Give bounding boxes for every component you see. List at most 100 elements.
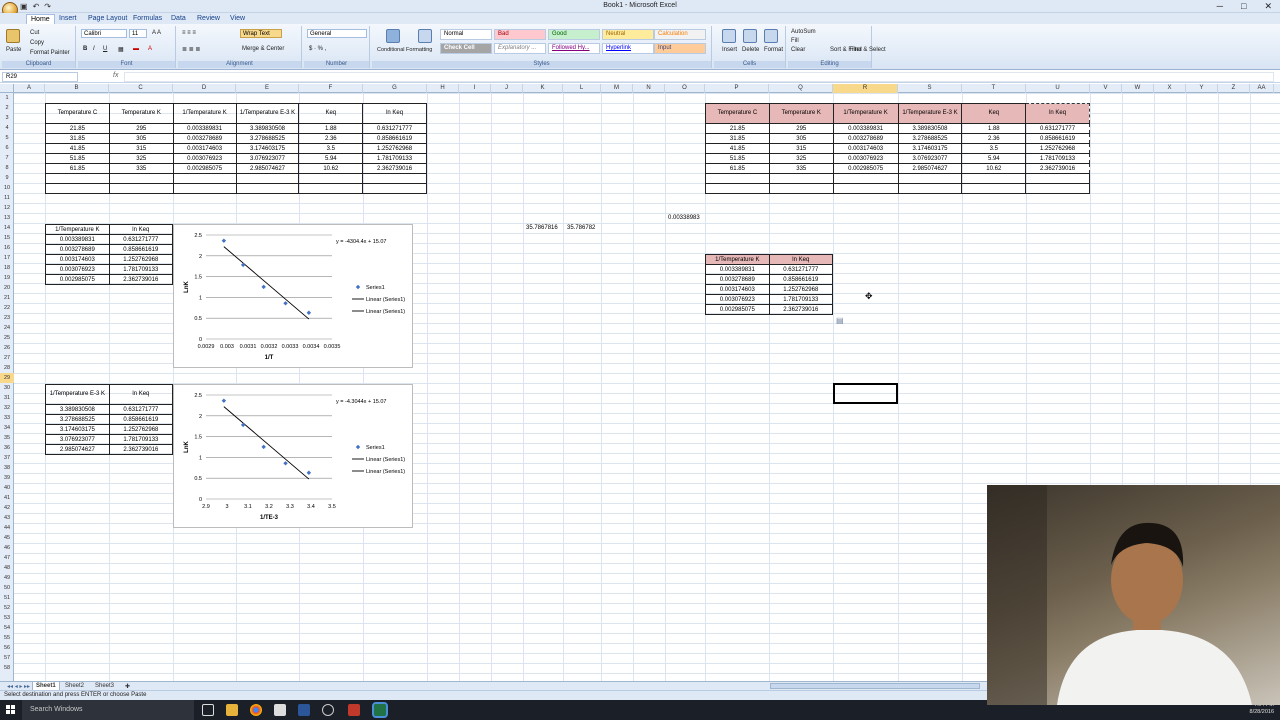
table-cell[interactable] (172, 183, 237, 194)
word-icon[interactable] (298, 704, 310, 716)
table-cell[interactable] (298, 173, 364, 184)
style-good[interactable]: Good (548, 29, 600, 40)
table-cell[interactable]: 51.85 (705, 153, 770, 164)
table-cell[interactable]: 335 (768, 163, 834, 174)
table-cell[interactable]: 2.362739016 (108, 274, 174, 285)
style-bad[interactable]: Bad (494, 29, 546, 40)
cell-value[interactable]: 35.7867816 (526, 225, 558, 231)
table-cell[interactable]: 2.362739016 (1025, 163, 1090, 174)
table-cell[interactable]: 3.076923077 (235, 153, 300, 164)
row-header[interactable]: 7 (0, 153, 14, 163)
table-cell[interactable]: 305 (108, 133, 174, 144)
style-explanatory[interactable]: Explanatory ... (494, 43, 546, 54)
table-cell[interactable]: 1.781709133 (362, 153, 427, 164)
table-cell[interactable]: 295 (108, 123, 174, 134)
table-cell[interactable]: 0.003278689 (172, 133, 237, 144)
table-cell[interactable]: 0.003389831 (45, 234, 110, 245)
table-cell[interactable] (45, 173, 110, 184)
table-header[interactable]: 1/Temperature K (172, 103, 237, 124)
cell-value[interactable]: 0.00338983 (668, 215, 700, 221)
table-cell[interactable]: 1.781709133 (108, 434, 174, 445)
wrap-text-button[interactable]: Wrap Text (240, 29, 282, 38)
table-cell[interactable] (832, 173, 899, 184)
table-cell[interactable] (298, 183, 364, 194)
active-cell-r29[interactable] (833, 383, 898, 404)
clear-button[interactable]: Clear (791, 47, 805, 53)
table-cell[interactable]: 1.252762968 (108, 424, 174, 435)
table-cell[interactable]: 3.076923077 (897, 153, 963, 164)
row-header[interactable]: 45 (0, 533, 14, 543)
table-cell[interactable]: 0.003278689 (45, 244, 110, 255)
table-cell[interactable]: 0.003278689 (832, 133, 899, 144)
table-cell[interactable]: 51.85 (45, 153, 110, 164)
table-cell[interactable]: 3.174603175 (45, 424, 110, 435)
table-cell[interactable]: 0.631271777 (768, 264, 834, 275)
table-cell[interactable] (45, 183, 110, 194)
grow-font-icon[interactable]: A A (152, 30, 161, 36)
table-cell[interactable]: 0.631271777 (108, 404, 174, 415)
table-cell[interactable]: 1.252762968 (768, 284, 834, 295)
paste-options-icon[interactable]: ▤ (836, 316, 844, 325)
column-header[interactable]: C (109, 84, 173, 93)
align-top-icon[interactable]: ≡ ≡ ≡ (182, 30, 196, 36)
table-cell[interactable]: 0.003076923 (45, 264, 110, 275)
table-cell[interactable]: 3.389830508 (45, 404, 110, 415)
cell-value[interactable]: 35.786782 (567, 225, 595, 231)
table-cell[interactable]: 3.389830508 (235, 123, 300, 134)
table-cell[interactable]: 1.781709133 (108, 264, 174, 275)
table-header[interactable]: Temperature K (108, 103, 174, 124)
table-cell[interactable]: 0.631271777 (108, 234, 174, 245)
column-header[interactable]: U (1026, 84, 1090, 93)
column-header-selected[interactable]: R (833, 84, 898, 93)
row-header[interactable]: 31 (0, 393, 14, 403)
name-box[interactable]: R29 (2, 72, 78, 82)
column-header[interactable]: H (427, 84, 459, 93)
row-header[interactable]: 36 (0, 443, 14, 453)
select-all-corner[interactable] (0, 84, 14, 93)
table-cell[interactable] (705, 183, 770, 194)
calculator-icon[interactable] (274, 704, 286, 716)
column-header[interactable]: P (705, 84, 769, 93)
table-cell[interactable]: 3.278688525 (897, 133, 963, 144)
table-header[interactable]: 1/Temperature K (705, 254, 770, 265)
row-header[interactable]: 33 (0, 413, 14, 423)
row-header[interactable]: 30 (0, 383, 14, 393)
table-cell[interactable]: 0.002985075 (705, 304, 770, 315)
format-cells-button[interactable]: Format (764, 47, 783, 53)
row-header[interactable]: 11 (0, 193, 14, 203)
column-header[interactable]: D (173, 84, 236, 93)
table-header[interactable]: 1/Temperature E-3 K (45, 384, 110, 405)
table-cell[interactable]: 41.85 (705, 143, 770, 154)
row-header[interactable]: 27 (0, 353, 14, 363)
row-header[interactable]: 18 (0, 263, 14, 273)
start-button[interactable] (0, 700, 22, 720)
excel-icon[interactable] (372, 702, 388, 718)
table-cell[interactable]: 10.62 (961, 163, 1027, 174)
table-cell[interactable]: 1.781709133 (768, 294, 834, 305)
row-header[interactable]: 28 (0, 363, 14, 373)
style-input[interactable]: Input (654, 43, 706, 54)
table-cell[interactable] (172, 173, 237, 184)
table-cell[interactable]: 2.36 (298, 133, 364, 144)
table-cell[interactable]: 0.003174603 (172, 143, 237, 154)
style-check-cell[interactable]: Check Cell (440, 43, 492, 54)
column-header[interactable]: N (633, 84, 665, 93)
table-cell[interactable] (235, 183, 300, 194)
table-header[interactable]: Keq (298, 103, 364, 124)
row-header[interactable]: 12 (0, 203, 14, 213)
table-cell[interactable]: 0.003174603 (45, 254, 110, 265)
row-header[interactable]: 39 (0, 473, 14, 483)
row-header[interactable]: 9 (0, 173, 14, 183)
format-table-icon[interactable] (418, 29, 432, 43)
column-header[interactable]: F (299, 84, 363, 93)
row-header[interactable]: 10 (0, 183, 14, 193)
table-cell[interactable] (705, 173, 770, 184)
table-cell[interactable]: 5.94 (961, 153, 1027, 164)
table-cell[interactable]: 1.88 (961, 123, 1027, 134)
row-header[interactable]: 40 (0, 483, 14, 493)
table-header[interactable]: Temperature C (705, 103, 770, 124)
fx-icon[interactable]: fx (113, 72, 118, 79)
table-cell[interactable]: 315 (768, 143, 834, 154)
file-explorer-icon[interactable] (226, 704, 238, 716)
row-header[interactable]: 25 (0, 333, 14, 343)
